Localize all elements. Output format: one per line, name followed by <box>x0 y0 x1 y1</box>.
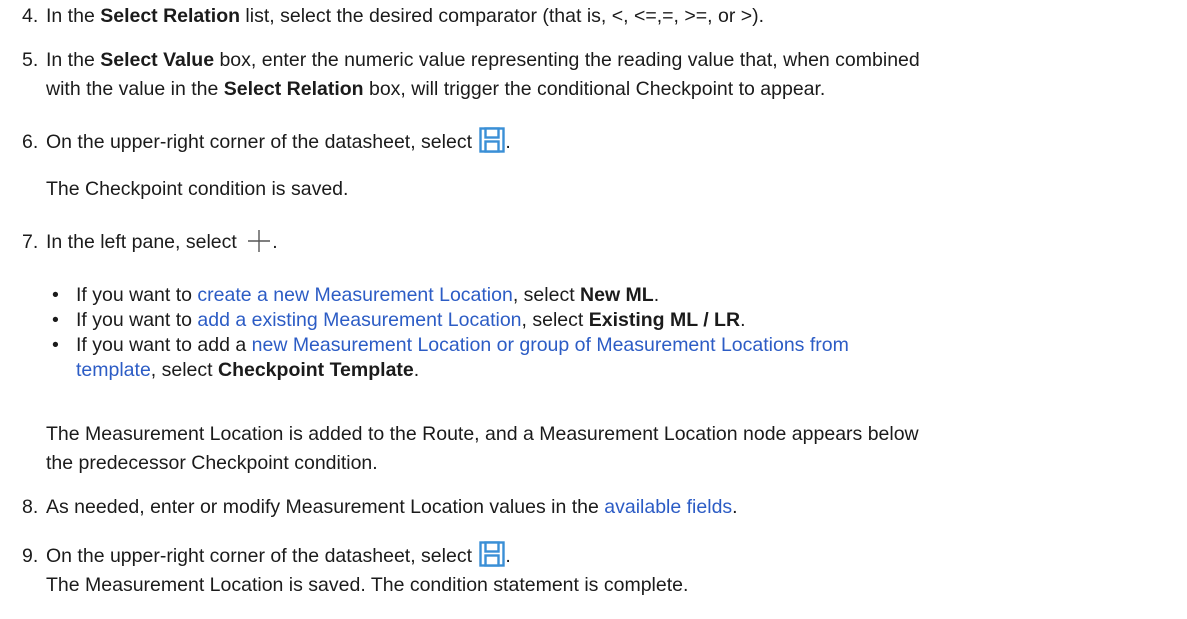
step-text: with the value in the <box>46 78 224 100</box>
save-icon <box>479 127 506 162</box>
list-item: • If you want to create a new Measurement… <box>46 283 849 308</box>
step-7-result-line-1: The Measurement Location is added to the… <box>46 423 919 445</box>
link-add-existing-ml[interactable]: add a existing Measurement Location <box>197 309 521 331</box>
link-create-new-ml[interactable]: create a new Measurement Location <box>197 284 512 306</box>
step-number: 9. <box>22 545 39 567</box>
step-number: 5. <box>22 49 39 71</box>
step-text: In the <box>46 5 101 27</box>
step-9-result: The Measurement Location is saved. The c… <box>46 574 689 596</box>
link-new-ml-from-template[interactable]: new Measurement Location or group of Mea… <box>252 334 849 356</box>
bullet-icon: • <box>52 334 59 356</box>
step-5-continuation: with the value in the Select Relation bo… <box>46 75 1181 104</box>
item-text: , select <box>521 309 589 331</box>
ui-label-select-value: Select Value <box>100 49 215 71</box>
step-6: 6. On the upper-right corner of the datas… <box>22 127 1181 162</box>
option-list: • If you want to create a new Measurement… <box>46 283 849 383</box>
step-text: As needed, enter or modify Measurement L… <box>46 496 605 518</box>
step-text: In the left pane, select <box>46 231 243 253</box>
step-text: box, will trigger the conditional Checkp… <box>363 78 826 100</box>
bullet-icon: • <box>52 284 59 306</box>
item-text: If you want to <box>76 284 198 306</box>
step-number: 8. <box>22 496 39 518</box>
step-text: . <box>505 131 511 153</box>
step-text: On the upper-right corner of the datashe… <box>46 545 478 567</box>
item-text: , select <box>150 359 218 381</box>
step-text: box, enter the numeric value representin… <box>214 49 920 71</box>
link-template[interactable]: template <box>76 359 151 381</box>
step-number: 6. <box>22 131 39 153</box>
step-7-result-line-2: the predecessor Checkpoint condition. <box>46 452 378 474</box>
step-number: 7. <box>22 231 39 253</box>
step-7: 7. In the left pane, select . <box>22 228 1181 263</box>
item-text: If you want to <box>76 309 198 331</box>
step-text: . <box>505 545 511 567</box>
ui-label-select-relation: Select Relation <box>100 5 241 27</box>
bullet-icon: • <box>52 309 59 331</box>
list-item: • If you want to add a new Measurement Lo… <box>46 333 849 383</box>
item-text: . <box>413 359 420 381</box>
step-text: . <box>272 231 278 253</box>
ui-label-new-ml: New ML <box>580 284 654 306</box>
plus-icon <box>246 228 272 263</box>
step-text: In the <box>46 49 101 71</box>
link-available-fields[interactable]: available fields <box>604 496 732 518</box>
step-text: . <box>732 496 738 518</box>
step-6-result: The Checkpoint condition is saved. <box>46 178 349 200</box>
ui-label-existing-ml-lr: Existing ML / LR <box>588 309 741 331</box>
ui-label-checkpoint-template: Checkpoint Template <box>218 359 414 381</box>
step-8: 8. As needed, enter or modify Measurement… <box>22 493 1181 522</box>
ui-label-select-relation: Select Relation <box>223 78 364 100</box>
list-item: • If you want to add a existing Measureme… <box>46 308 849 333</box>
item-text: . <box>740 309 746 331</box>
step-5: 5. In the Select Value box, enter the num… <box>22 46 1181 75</box>
step-text: On the upper-right corner of the datashe… <box>46 131 478 153</box>
step-4: 4. In the Select Relation list, select th… <box>22 2 1181 31</box>
step-number: 4. <box>22 5 39 27</box>
item-text: If you want to add a <box>76 334 252 356</box>
item-text: , select <box>512 284 581 306</box>
item-text: . <box>653 284 660 306</box>
step-text: list, select the desired comparator (tha… <box>240 5 765 27</box>
